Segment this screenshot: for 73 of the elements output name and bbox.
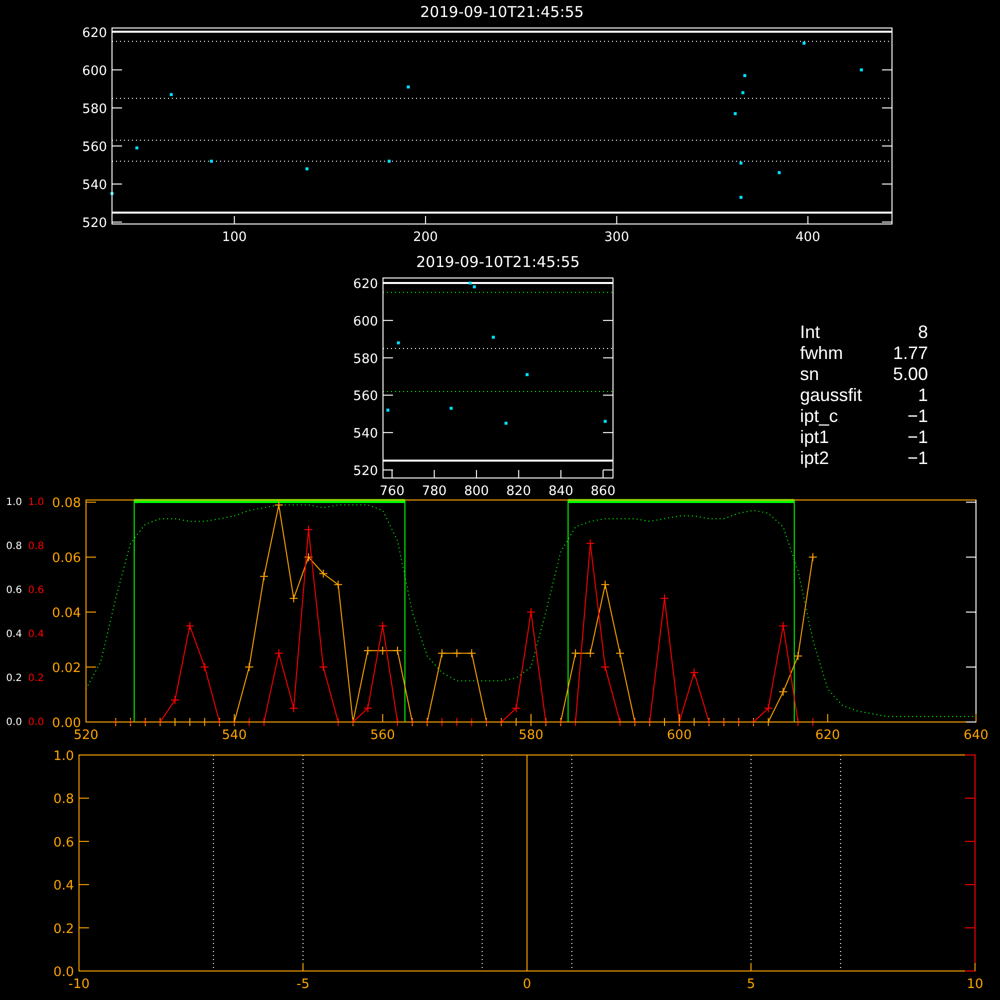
fit-parameter-value: −1	[906, 448, 928, 469]
tick-label: 580	[518, 728, 544, 743]
tick-label: 0.6	[6, 584, 22, 596]
tick-label: 0.02	[52, 661, 81, 676]
fit-parameter-value: 1	[916, 385, 928, 406]
tick-label: 0	[522, 977, 532, 992]
tick-label: -5	[296, 977, 310, 992]
tick-label: 0.00	[52, 716, 81, 731]
tick-label: 300	[604, 230, 630, 245]
tick-label: 580	[82, 102, 107, 117]
tick-label: 0.6	[28, 584, 44, 596]
tick-label: 800	[464, 484, 489, 499]
tick-label: 1.0	[28, 497, 44, 508]
fit-parameter-name: Int	[800, 322, 822, 343]
tick-label: 0.0	[6, 716, 22, 728]
tick-label: 580	[353, 352, 378, 367]
fit-parameter-value: 5.00	[892, 364, 928, 385]
tick-label: 0.0	[28, 716, 44, 728]
tick-label: 820	[506, 484, 532, 499]
tick-label: 0.2	[53, 922, 74, 937]
tick-label: 0.4	[28, 628, 44, 640]
tick-label: 0.0	[53, 965, 74, 980]
tick-label: 0.8	[53, 792, 74, 808]
fit-parameter-name: ipt_c	[800, 406, 840, 427]
fit-parameter-name: fwhm	[800, 343, 844, 364]
tick-label: 860	[590, 484, 616, 499]
tick-label: -10	[68, 977, 90, 992]
tick-label: 100	[222, 230, 247, 245]
fit-parameter-value: 8	[916, 322, 928, 343]
tick-label: 540	[353, 426, 378, 442]
tick-label: 0.8	[6, 540, 22, 552]
tick-label: 620	[353, 277, 378, 292]
plot-title: 2019-09-10T21:45:55	[420, 3, 584, 21]
tick-label: 760	[380, 484, 404, 499]
fit-parameter-value: −1	[906, 406, 928, 427]
tick-label: 600	[353, 314, 378, 330]
tick-label: 560	[353, 389, 378, 404]
fit-parameter-value: −1	[906, 427, 928, 448]
tick-label: 560	[370, 728, 396, 743]
tick-label: 0.4	[6, 628, 22, 640]
tick-label: 400	[795, 230, 820, 245]
tick-label: 1.0	[6, 497, 22, 508]
tick-label: 0.2	[6, 672, 22, 684]
tick-label: 780	[422, 484, 447, 499]
tick-label: 600	[82, 64, 107, 79]
plot-title: 2019-09-10T21:45:55	[416, 253, 580, 271]
tick-label: 840	[548, 484, 574, 499]
tick-label: 620	[82, 26, 107, 41]
fit-parameter-name: ipt2	[800, 448, 830, 469]
tick-label: 0.6	[53, 835, 74, 850]
tick-label: 5	[746, 977, 756, 992]
tick-label: 520	[82, 216, 107, 232]
tick-label: 540	[222, 728, 247, 743]
tick-label: 0.2	[28, 672, 44, 684]
tick-label: 0.4	[53, 878, 74, 894]
tick-label: 540	[82, 178, 107, 194]
tick-label: 0.06	[52, 551, 81, 566]
tick-label: 620	[815, 728, 840, 743]
tick-label: 600	[666, 728, 692, 743]
tick-label: 520	[74, 728, 98, 743]
tick-label: 640	[964, 728, 988, 743]
fit-parameter-name: ipt1	[800, 427, 830, 448]
tick-label: 520	[353, 464, 378, 479]
tick-label: 0.8	[28, 540, 44, 552]
tick-label: 200	[413, 230, 438, 245]
fit-parameter-name: sn	[800, 364, 820, 385]
tick-label: 0.08	[52, 496, 81, 512]
tick-label: 560	[82, 140, 107, 155]
fit-parameter-name: gaussfit	[800, 385, 864, 406]
tick-label: 0.04	[52, 606, 81, 622]
tick-label: 1.0	[53, 749, 74, 764]
tick-label: 10	[966, 977, 984, 992]
fit-parameter-value: 1.77	[892, 343, 928, 364]
